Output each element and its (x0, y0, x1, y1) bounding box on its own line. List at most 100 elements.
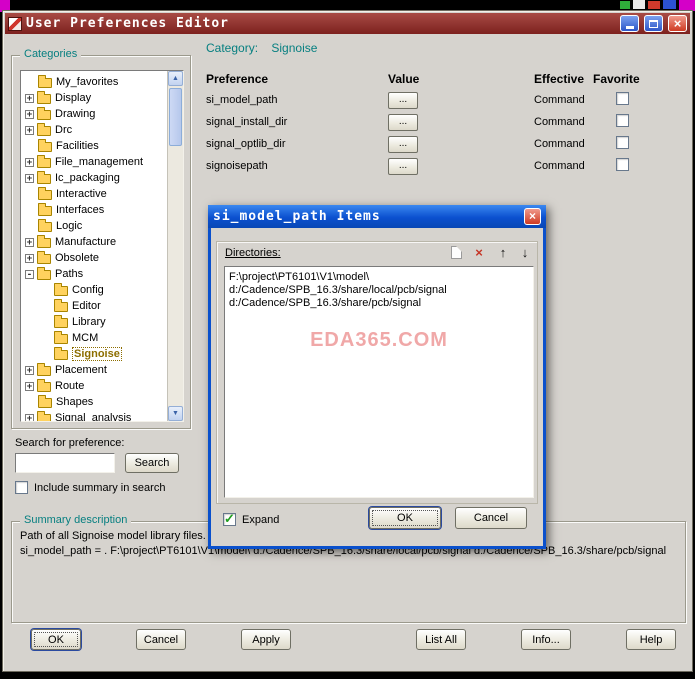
folder-icon (37, 107, 51, 120)
minimize-button[interactable] (620, 15, 639, 32)
folder-icon (37, 91, 51, 104)
tree-expander-icon[interactable]: + (25, 93, 34, 103)
move-up-button[interactable]: ↑ (494, 245, 512, 261)
tree-expander-icon[interactable]: + (25, 381, 34, 391)
favorite-checkbox[interactable] (615, 158, 629, 171)
tree-expander-icon[interactable]: + (25, 125, 34, 135)
tree-item-interfaces[interactable]: Interfaces (21, 202, 183, 218)
folder-icon (38, 187, 52, 200)
category-label: Category: (206, 41, 259, 55)
value-browse-button[interactable]: ... (388, 91, 418, 109)
search-input[interactable] (15, 453, 115, 473)
tree-item-display[interactable]: + Display (21, 90, 183, 106)
directories-list[interactable]: F:\project\PT6101\V1\model\ d:/Cadence/S… (224, 266, 534, 498)
move-down-button[interactable]: ↓ (516, 245, 534, 261)
folder-icon (38, 75, 52, 88)
directories-label: Directories: (225, 247, 281, 259)
tree-item-facilities[interactable]: Facilities (21, 138, 183, 154)
tree-item-drawing[interactable]: + Drawing (21, 106, 183, 122)
tree-item-config[interactable]: Config (21, 282, 183, 298)
tree-item-manufacture[interactable]: + Manufacture (21, 234, 183, 250)
main-titlebar[interactable]: User Preferences Editor × (5, 13, 690, 34)
tree-item-route[interactable]: + Route (21, 378, 183, 394)
favorite-checkbox[interactable] (615, 92, 629, 105)
si-model-path-items-dialog: si_model_path Items × Directories: × ↑ ↓… (208, 205, 546, 549)
close-button[interactable]: × (668, 15, 687, 32)
effective-value: Command (534, 94, 585, 106)
tree-expander-icon[interactable]: + (25, 413, 34, 421)
tree-expander-icon[interactable]: + (25, 157, 34, 167)
directory-item[interactable]: d:/Cadence/SPB_16.3/share/local/pcb/sign… (225, 284, 533, 297)
tree-item-label: Interactive (56, 188, 107, 200)
apply-button[interactable]: Apply (241, 629, 291, 650)
scroll-up-button[interactable]: ▲ (168, 71, 183, 86)
folder-icon (54, 315, 68, 328)
tree-item-signoise[interactable]: Signoise (21, 346, 183, 362)
directory-item[interactable]: F:\project\PT6101\V1\model\ (225, 271, 533, 284)
tree-expander-icon[interactable]: + (25, 173, 34, 183)
dialog-titlebar[interactable]: si_model_path Items × (208, 205, 546, 228)
tree-item-label: Library (72, 316, 106, 328)
folder-icon (37, 379, 51, 392)
dialog-close-button[interactable]: × (524, 208, 541, 225)
folder-icon (54, 299, 68, 312)
tree-item-shapes[interactable]: Shapes (21, 394, 183, 410)
new-item-button[interactable] (447, 245, 465, 261)
tree-item-label: Route (55, 380, 85, 392)
tree-expander-icon[interactable]: - (25, 269, 34, 279)
tree-expander-icon[interactable]: + (25, 253, 34, 263)
watermark-text: EDA365.COM (310, 329, 448, 351)
tree-item-signal-analysis[interactable]: + Signal_analysis (21, 410, 183, 421)
value-browse-button[interactable]: ... (388, 113, 418, 131)
list-all-button[interactable]: List All (416, 629, 466, 650)
dialog-cancel-button[interactable]: Cancel (455, 507, 527, 529)
tree-item-ic-packaging[interactable]: + Ic_packaging (21, 170, 183, 186)
tree-item-interactive[interactable]: Interactive (21, 186, 183, 202)
tree-item-logic[interactable]: Logic (21, 218, 183, 234)
directory-item[interactable]: d:/Cadence/SPB_16.3/share/pcb/signal (225, 297, 533, 310)
scroll-down-button[interactable]: ▼ (168, 406, 183, 421)
tree-item-paths[interactable]: - Paths (21, 266, 183, 282)
tree-expander-icon[interactable]: + (25, 109, 34, 119)
tree-item-obsolete[interactable]: + Obsolete (21, 250, 183, 266)
dialog-ok-button[interactable]: OK (369, 507, 441, 529)
include-summary-checkbox[interactable] (15, 481, 28, 494)
info-button[interactable]: Info... (521, 629, 571, 650)
column-header-favorite: Favorite (593, 72, 640, 86)
tree-item-label: Shapes (56, 396, 94, 408)
tree-item-mcm[interactable]: MCM (21, 330, 183, 346)
tree-expander-icon[interactable]: + (25, 237, 34, 247)
tree-scrollbar[interactable]: ▲ ▼ (167, 71, 183, 421)
cancel-button[interactable]: Cancel (136, 629, 186, 650)
preference-name: si_model_path (206, 94, 278, 106)
tree-item-editor[interactable]: Editor (21, 298, 183, 314)
expand-checkbox[interactable]: ✓ (223, 511, 236, 526)
directories-frame: Directories: × ↑ ↓ F:\project\PT6101\V1\… (216, 241, 538, 504)
help-button[interactable]: Help (626, 629, 676, 650)
delete-button[interactable]: × (470, 245, 488, 261)
folder-icon (37, 267, 51, 280)
effective-value: Command (534, 116, 585, 128)
maximize-button[interactable] (644, 15, 663, 32)
value-browse-button[interactable]: ... (388, 157, 418, 175)
search-label: Search for preference: (15, 437, 125, 449)
folder-icon (38, 395, 52, 408)
expand-label: Expand (242, 514, 280, 526)
favorite-checkbox[interactable] (615, 136, 629, 149)
table-row-signal-optlib-dir: signal_optlib_dir ... Command (206, 133, 666, 155)
tree-expander-icon[interactable]: + (25, 365, 34, 375)
value-browse-button[interactable]: ... (388, 135, 418, 153)
tree-item-placement[interactable]: + Placement (21, 362, 183, 378)
scroll-thumb[interactable] (169, 88, 182, 146)
folder-icon (37, 171, 51, 184)
tree-item-drc[interactable]: + Drc (21, 122, 183, 138)
favorite-checkbox[interactable] (615, 114, 629, 127)
tree-item-file-management[interactable]: + File_management (21, 154, 183, 170)
screen-artifact (620, 1, 630, 9)
tree-item-label: Obsolete (55, 252, 100, 264)
ok-button[interactable]: OK (31, 629, 81, 650)
search-button[interactable]: Search (125, 453, 179, 473)
tree-item-label: Signoise (72, 347, 122, 361)
tree-item-library[interactable]: Library (21, 314, 183, 330)
tree-item-my-favorites[interactable]: My_favorites (21, 74, 183, 90)
